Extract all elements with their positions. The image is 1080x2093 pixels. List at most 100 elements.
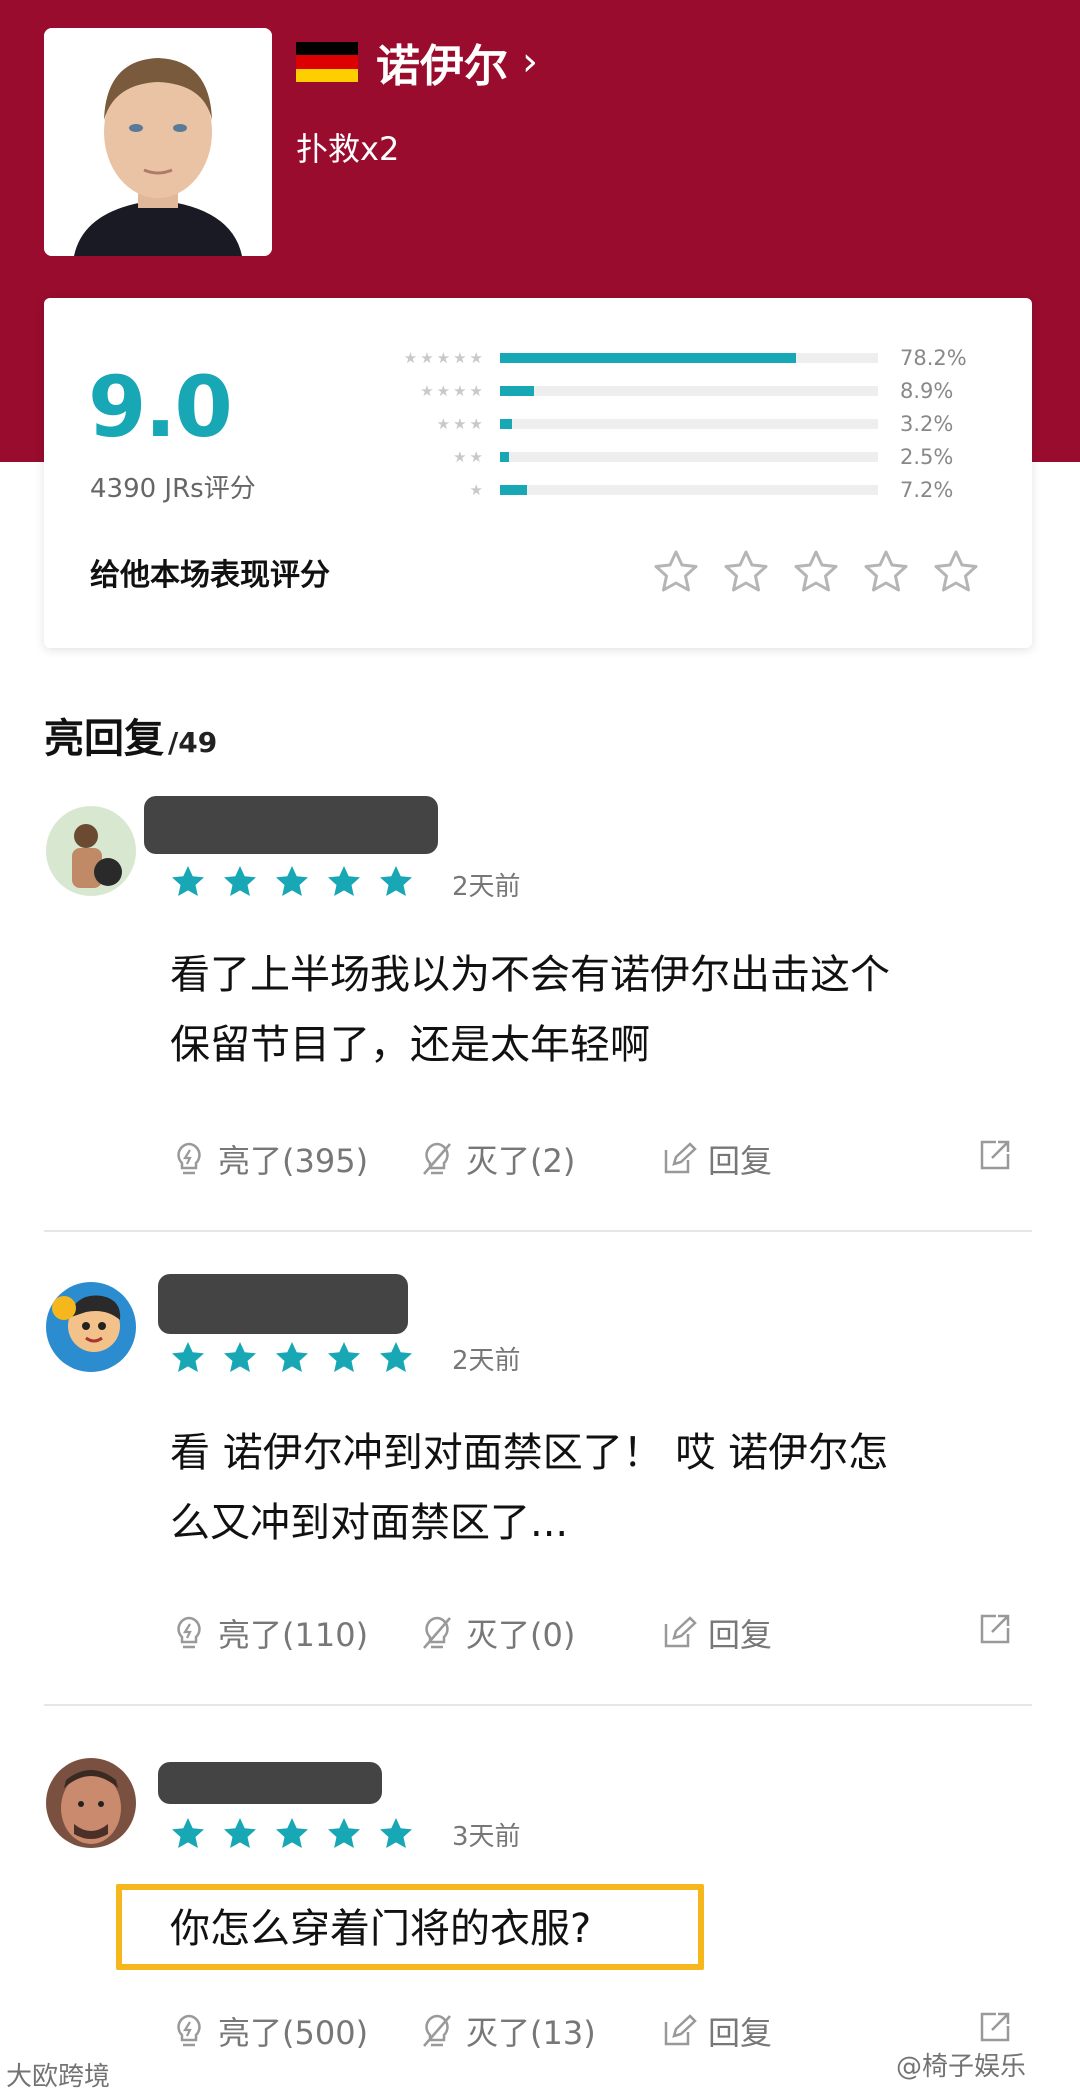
divider <box>44 1704 1032 1706</box>
filled-star-icon <box>172 1818 204 1848</box>
one-star-icon: ★ <box>469 481 486 499</box>
redacted-username <box>144 796 438 854</box>
light-count: 亮了(500) <box>218 2014 369 2052</box>
player-stat: 扑救x2 <box>296 130 400 168</box>
crossed-bulb-icon <box>423 1616 451 1649</box>
lightbulb-icon <box>177 2014 201 2047</box>
reply-label: 回复 <box>708 1616 773 1654</box>
filled-star-icon <box>276 1342 308 1372</box>
dislike-count: 灭了(13) <box>466 2014 596 2052</box>
filled-star-icon <box>172 866 204 896</box>
comment-time: 3天前 <box>452 1822 521 1852</box>
light-button[interactable]: 亮了(110) <box>170 1610 368 1656</box>
comment-time: 2天前 <box>452 872 521 902</box>
user-avatar[interactable] <box>46 1758 136 1848</box>
reply-label: 回复 <box>708 2014 773 2052</box>
chevron-right-icon: › <box>522 39 538 85</box>
reply-button[interactable]: 回复 <box>660 1136 772 1182</box>
share-button[interactable] <box>976 1136 1014 1174</box>
crossed-bulb-icon <box>423 1142 451 1175</box>
light-count: 亮了(395) <box>218 1142 369 1180</box>
filled-star-icon <box>380 1818 412 1848</box>
rate-star-1-icon[interactable] <box>652 548 700 596</box>
redacted-username <box>158 1762 382 1804</box>
distribution-row-5: ★★★★★ 78.2% <box>374 346 970 370</box>
crossed-bulb-icon <box>423 2014 451 2047</box>
reply-button[interactable]: 回复 <box>660 1610 772 1656</box>
comment-line: 保留节目了，还是太年轻啊 <box>170 1022 650 1068</box>
filled-star-icon <box>380 1342 412 1372</box>
share-icon <box>980 1614 1010 1644</box>
filled-star-icon <box>276 866 308 896</box>
edit-icon <box>664 2014 697 2046</box>
filled-star-icon <box>276 1818 308 1848</box>
flag-stripe-gold <box>296 68 358 82</box>
rate-star-4-icon[interactable] <box>862 548 910 596</box>
edit-icon <box>664 1142 697 1174</box>
share-icon <box>980 1140 1010 1170</box>
reply-button[interactable]: 回复 <box>660 2008 772 2054</box>
dislike-count: 灭了(2) <box>466 1142 576 1180</box>
player-name: 诺伊尔 <box>376 41 508 92</box>
share-button[interactable] <box>976 1610 1014 1648</box>
comment-star-rating <box>170 1340 414 1376</box>
dislike-button[interactable]: 灭了(0) <box>418 1610 575 1656</box>
percent-label: 8.9% <box>900 379 954 403</box>
comment-actions: 亮了(500) 灭了(13) 回复 <box>170 2008 1020 2058</box>
player-photo[interactable] <box>44 28 272 256</box>
share-button[interactable] <box>976 2008 1014 2046</box>
five-star-icon: ★★★★★ <box>403 349 486 367</box>
filled-star-icon <box>224 866 256 896</box>
rate-star-3-icon[interactable] <box>792 548 840 596</box>
bar-fill <box>500 386 534 396</box>
two-star-icon: ★★ <box>453 448 486 466</box>
distribution-row-4: ★★★★ 8.9% <box>374 379 970 403</box>
user-avatar[interactable] <box>46 1282 136 1372</box>
dislike-count: 灭了(0) <box>466 1616 576 1654</box>
filled-star-icon <box>172 1342 204 1372</box>
watermark-left: 大欧跨境 <box>6 2062 111 2092</box>
comment-star-rating <box>170 864 414 900</box>
comment-actions: 亮了(110) 灭了(0) 回复 <box>170 1610 1020 1660</box>
comment-star-rating <box>170 1816 414 1852</box>
comment-body: 看了上半场我以为不会有诺伊尔出击这个 保留节目了，还是太年轻啊 <box>170 940 1030 1080</box>
filled-star-icon <box>224 1342 256 1372</box>
lightbulb-icon <box>177 1616 201 1649</box>
section-title-text: 亮回复 <box>44 716 164 762</box>
bar-fill <box>500 419 513 429</box>
filled-star-icon <box>328 1818 360 1848</box>
watermark-right: @椅子娱乐 <box>896 2052 1027 2082</box>
light-button[interactable]: 亮了(395) <box>170 1136 368 1182</box>
filled-star-icon <box>328 1342 360 1372</box>
filled-star-icon <box>380 866 412 896</box>
reply-label: 回复 <box>708 1142 773 1180</box>
rate-star-2-icon[interactable] <box>722 548 770 596</box>
comment-time: 2天前 <box>452 1346 521 1376</box>
lightbulb-icon <box>177 1142 201 1175</box>
dislike-button[interactable]: 灭了(13) <box>418 2008 596 2054</box>
redacted-username <box>158 1274 408 1334</box>
reply-count: /49 <box>168 726 218 759</box>
light-count: 亮了(110) <box>218 1616 369 1654</box>
percent-label: 7.2% <box>900 478 954 502</box>
rate-stars <box>652 548 980 596</box>
filled-star-icon <box>224 1818 256 1848</box>
three-star-icon: ★★★ <box>436 415 486 433</box>
bar-track <box>500 386 878 396</box>
light-button[interactable]: 亮了(500) <box>170 2008 368 2054</box>
rate-prompt: 给他本场表现评分 <box>90 558 330 593</box>
bar-fill <box>500 353 796 363</box>
user-avatar[interactable] <box>46 806 136 896</box>
flag-stripe-black <box>296 42 358 56</box>
four-star-icon: ★★★★ <box>420 382 486 400</box>
comment-line: 看了上半场我以为不会有诺伊尔出击这个 <box>170 952 890 998</box>
dislike-button[interactable]: 灭了(2) <box>418 1136 575 1182</box>
percent-label: 2.5% <box>900 445 954 469</box>
player-name-link[interactable]: 诺伊尔 › <box>376 30 538 94</box>
rate-star-5-icon[interactable] <box>932 548 980 596</box>
bar-track <box>500 353 878 363</box>
distribution-row-1: ★ 7.2% <box>374 478 970 502</box>
distribution-row-2: ★★ 2.5% <box>374 445 970 469</box>
comment-actions: 亮了(395) 灭了(2) 回复 <box>170 1136 1020 1186</box>
germany-flag-icon <box>296 42 358 82</box>
